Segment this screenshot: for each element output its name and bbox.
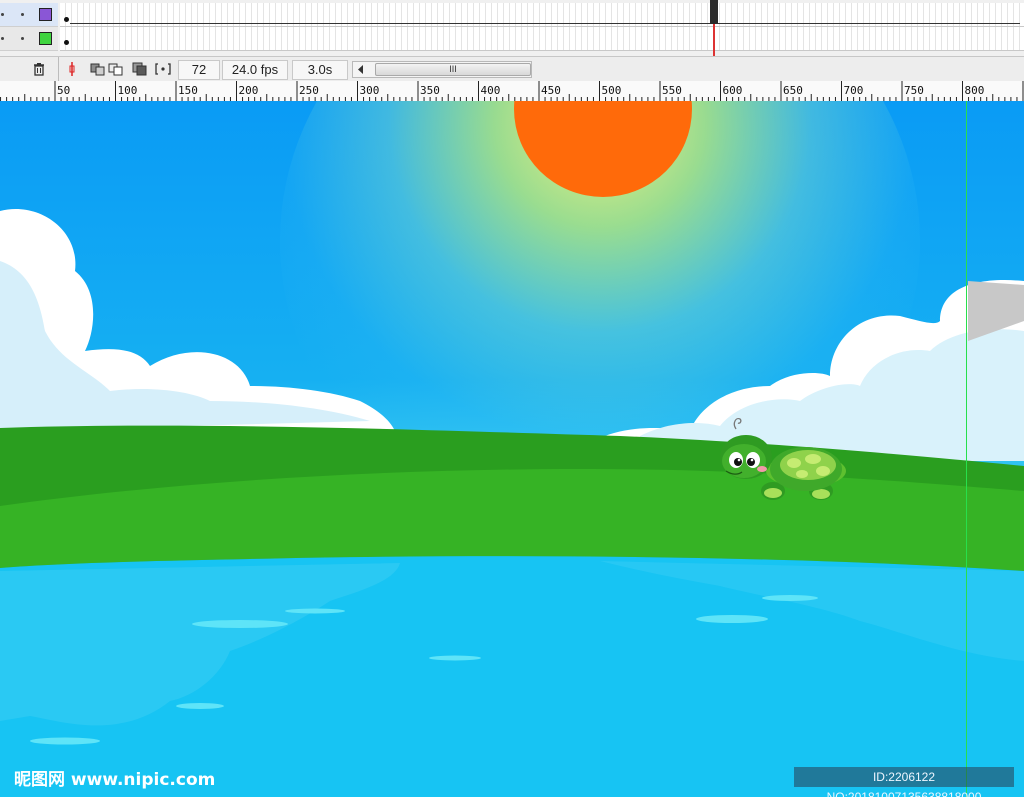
- timeline-horizontal-scrollbar[interactable]: III: [352, 61, 532, 78]
- trash-icon[interactable]: [31, 61, 47, 77]
- divider: [58, 57, 59, 81]
- watermark-id-label: ID:2206122 NO:20181007135638818000: [794, 767, 1014, 797]
- layer-controls[interactable]: [0, 27, 58, 51]
- timeline-status-bar: 72 24.0 fps 3.0s III: [0, 56, 1024, 82]
- lock-icon[interactable]: [21, 37, 24, 40]
- motion-tween-line: [70, 23, 1020, 24]
- frame-rate-field[interactable]: 24.0 fps: [222, 60, 288, 80]
- lock-icon[interactable]: [21, 13, 24, 16]
- ruler-label: 450: [541, 84, 561, 97]
- layer-row-2[interactable]: [0, 27, 1024, 51]
- ruler-label: 500: [602, 84, 622, 97]
- water-ripple: [176, 703, 224, 709]
- water-ripple: [762, 595, 818, 601]
- vertical-guide-line[interactable]: [966, 101, 967, 797]
- water-ripple: [285, 608, 345, 614]
- center-frame-icon[interactable]: [64, 61, 80, 77]
- ruler-label: 50: [57, 84, 70, 97]
- water-ripple: [429, 655, 481, 661]
- eye-icon[interactable]: [1, 37, 4, 40]
- modify-onion-markers-icon[interactable]: [155, 61, 171, 77]
- ruler-label: 400: [481, 84, 501, 97]
- layer-frames[interactable]: [60, 27, 1024, 51]
- elapsed-time-field: 3.0s: [292, 60, 348, 80]
- keyframe-marker[interactable]: [64, 40, 69, 45]
- water-ripple: [30, 737, 100, 745]
- ruler-label: 300: [360, 84, 380, 97]
- keyframe-marker[interactable]: [64, 17, 69, 22]
- ruler-label: 100: [118, 84, 138, 97]
- eye-icon[interactable]: [1, 13, 4, 16]
- layer-row-1[interactable]: [0, 3, 1024, 27]
- ruler-label: 600: [723, 84, 743, 97]
- layer-controls[interactable]: [0, 3, 58, 27]
- stage-canvas[interactable]: 昵图网 www.nipic.com ID:2206122 NO:20181007…: [0, 101, 1024, 797]
- ruler-ticks: 50 100 150 200 250 300 350 400 450 500 550 600 650 70…: [0, 81, 1024, 101]
- ruler-label: 200: [239, 84, 259, 97]
- ruler-label: 700: [844, 84, 864, 97]
- ruler-label: 350: [420, 84, 440, 97]
- water-ripple: [696, 615, 768, 623]
- ruler-label: 550: [662, 84, 682, 97]
- ruler-label: 800: [965, 84, 985, 97]
- ruler-label: 250: [299, 84, 319, 97]
- water-ripple: [192, 620, 288, 628]
- playhead-handle[interactable]: [710, 0, 718, 24]
- outline-color-swatch[interactable]: [39, 8, 52, 21]
- ruler-label: 150: [178, 84, 198, 97]
- edit-multiple-frames-icon[interactable]: [132, 61, 148, 77]
- scrollbar-thumb[interactable]: III: [375, 63, 531, 76]
- horizontal-ruler: 50 100 150 200 250 300 350 400 450 500 550 600 650 70…: [0, 81, 1024, 102]
- watermark-logo: 昵图网 www.nipic.com: [14, 770, 216, 790]
- ruler-label: 750: [904, 84, 924, 97]
- layer-frames[interactable]: [60, 3, 1024, 27]
- current-frame-field[interactable]: 72: [178, 60, 220, 80]
- onion-outline-icon[interactable]: [108, 61, 124, 77]
- scroll-left-arrow-icon[interactable]: [357, 65, 365, 74]
- outline-color-swatch[interactable]: [39, 32, 52, 45]
- onion-skin-icon[interactable]: [90, 61, 106, 77]
- ruler-label: 650: [783, 84, 803, 97]
- scene-artwork: [0, 209, 1024, 797]
- timeline-panel: [0, 0, 1024, 56]
